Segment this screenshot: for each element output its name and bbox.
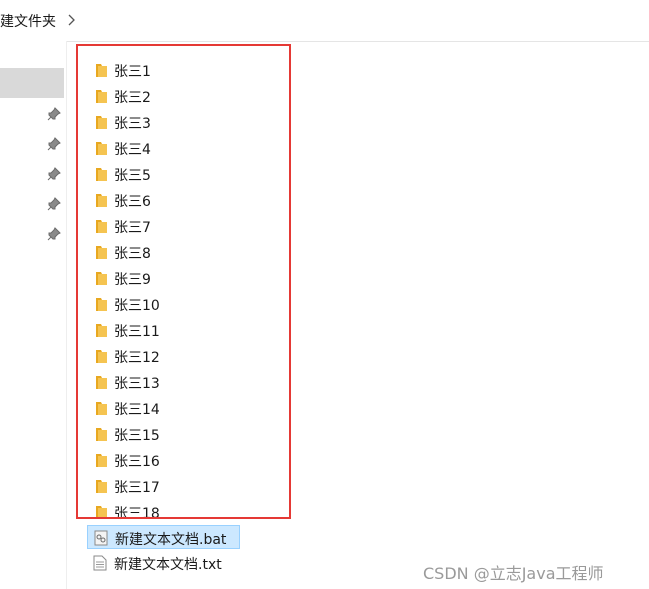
pin-icon[interactable] (47, 167, 61, 181)
folder-name: 张三3 (114, 116, 151, 132)
file-item-bat[interactable]: 新建文本文档.bat (87, 525, 240, 549)
file-list: 张三1 张三2 张三3 张三4 张三5 张三6 张三7 张三8 张三9 张三10… (67, 41, 649, 589)
folder-name: 张三15 (114, 428, 160, 444)
chevron-right-icon[interactable] (66, 13, 76, 27)
text-file-icon (93, 555, 107, 571)
folder-icon (96, 480, 107, 493)
folder-icon (96, 324, 107, 337)
folder-icon (96, 194, 107, 207)
folder-icon (96, 298, 107, 311)
pin-icon[interactable] (47, 137, 61, 151)
folder-name: 张三17 (114, 480, 160, 496)
file-name: 新建文本文档.bat (115, 532, 227, 548)
nav-item-selected[interactable] (0, 68, 64, 98)
folder-item[interactable]: 张三16 (92, 447, 292, 473)
batch-file-icon (94, 530, 108, 546)
file-name: 新建文本文档.txt (114, 557, 222, 573)
folder-icon (96, 428, 107, 441)
folder-name: 张三6 (114, 194, 151, 210)
navigation-pane (0, 41, 67, 589)
folder-item[interactable]: 张三14 (92, 395, 292, 421)
folder-icon (96, 402, 107, 415)
folder-name: 张三9 (114, 272, 151, 288)
folder-icon (96, 168, 107, 181)
folder-item[interactable]: 张三4 (92, 135, 292, 161)
folder-icon (96, 506, 107, 519)
breadcrumb: 建文件夹 (0, 0, 649, 42)
breadcrumb-current-folder[interactable]: 建文件夹 (0, 11, 56, 31)
folder-icon (96, 64, 107, 77)
watermark: CSDN @立志Java工程师 (423, 564, 604, 583)
folder-icon (96, 246, 107, 259)
pin-icon[interactable] (47, 107, 61, 121)
folder-icon (96, 116, 107, 129)
folder-name: 张三8 (114, 246, 151, 262)
folder-name: 张三1 (114, 64, 151, 80)
folder-item[interactable]: 张三17 (92, 473, 292, 499)
folder-item[interactable]: 张三1 (92, 57, 292, 83)
folder-name: 张三14 (114, 402, 160, 418)
folder-item[interactable]: 张三7 (92, 213, 292, 239)
folder-icon (96, 142, 107, 155)
folder-icon (96, 454, 107, 467)
folder-icon (96, 220, 107, 233)
file-item-txt[interactable]: 新建文本文档.txt (87, 551, 247, 575)
folder-item[interactable]: 张三9 (92, 265, 292, 291)
folder-item[interactable]: 张三3 (92, 109, 292, 135)
folder-name: 张三16 (114, 454, 160, 470)
folder-name: 张三12 (114, 350, 160, 366)
folder-icon (96, 376, 107, 389)
folder-item[interactable]: 张三18 (92, 499, 292, 525)
folder-item[interactable]: 张三11 (92, 317, 292, 343)
folder-icon (96, 272, 107, 285)
folder-item[interactable]: 张三6 (92, 187, 292, 213)
folder-name: 张三10 (114, 298, 160, 314)
folder-item[interactable]: 张三13 (92, 369, 292, 395)
folder-item[interactable]: 张三5 (92, 161, 292, 187)
folder-name: 张三11 (114, 324, 160, 340)
folder-name: 张三4 (114, 142, 151, 158)
folder-item[interactable]: 张三10 (92, 291, 292, 317)
folder-item[interactable]: 张三8 (92, 239, 292, 265)
folder-item[interactable]: 张三12 (92, 343, 292, 369)
folder-name: 张三5 (114, 168, 151, 184)
pin-icon[interactable] (47, 227, 61, 241)
folder-name: 张三7 (114, 220, 151, 236)
pin-icon[interactable] (47, 197, 61, 211)
folder-name: 张三13 (114, 376, 160, 392)
folder-name: 张三2 (114, 90, 151, 106)
folder-name: 张三18 (114, 506, 160, 522)
folder-item[interactable]: 张三2 (92, 83, 292, 109)
folder-icon (96, 90, 107, 103)
folder-icon (96, 350, 107, 363)
folder-item[interactable]: 张三15 (92, 421, 292, 447)
